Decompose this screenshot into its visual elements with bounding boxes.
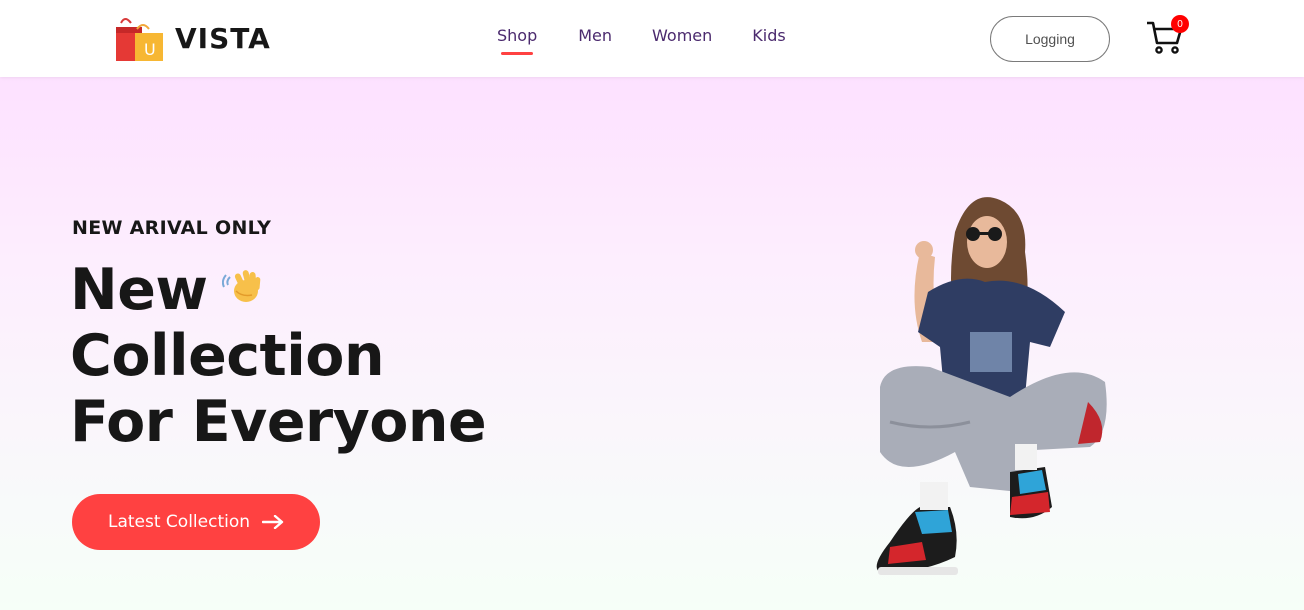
nav-item-label: Women (652, 26, 713, 45)
arrow-right-icon (262, 515, 284, 529)
nav-item-men[interactable]: Men (578, 26, 612, 45)
model-photo (876, 197, 1107, 575)
hero-title-line-2: Collection (70, 323, 385, 389)
hero-title-line-3: For Everyone (70, 389, 487, 455)
brand-name: VISTA (175, 21, 271, 55)
cta-label: Latest Collection (107, 512, 251, 532)
hero-title: New Collection For Everyone (70, 257, 487, 455)
svg-text:U: U (144, 40, 156, 59)
hero-title-line-1: New (70, 257, 486, 323)
waving-hand-icon (221, 270, 260, 303)
shopping-bags-icon: U (116, 18, 163, 61)
navbar: U VISTA Shop Men Women Kids Logging 0 (0, 0, 1304, 77)
brand-logo[interactable]: U VISTA (115, 15, 271, 61)
hero-title-text-1: New (70, 257, 208, 323)
login-button[interactable]: Logging (990, 16, 1110, 62)
nav-item-kids[interactable]: Kids (752, 26, 785, 45)
main-nav: Shop Men Women Kids (497, 26, 786, 55)
hero-tagline: NEW ARIVAL ONLY (72, 217, 272, 239)
nav-item-label: Men (578, 26, 613, 45)
nav-item-label: Kids (752, 26, 786, 45)
active-nav-underline (501, 52, 533, 55)
hero-section: NEW ARIVAL ONLY New Collection For Every… (0, 77, 1304, 610)
latest-collection-button[interactable]: Latest Collection (72, 494, 320, 550)
nav-item-label: Shop (497, 26, 538, 45)
cart-count-badge: 0 (1171, 15, 1189, 33)
nav-item-women[interactable]: Women (652, 26, 712, 45)
nav-item-shop[interactable]: Shop (497, 26, 538, 55)
